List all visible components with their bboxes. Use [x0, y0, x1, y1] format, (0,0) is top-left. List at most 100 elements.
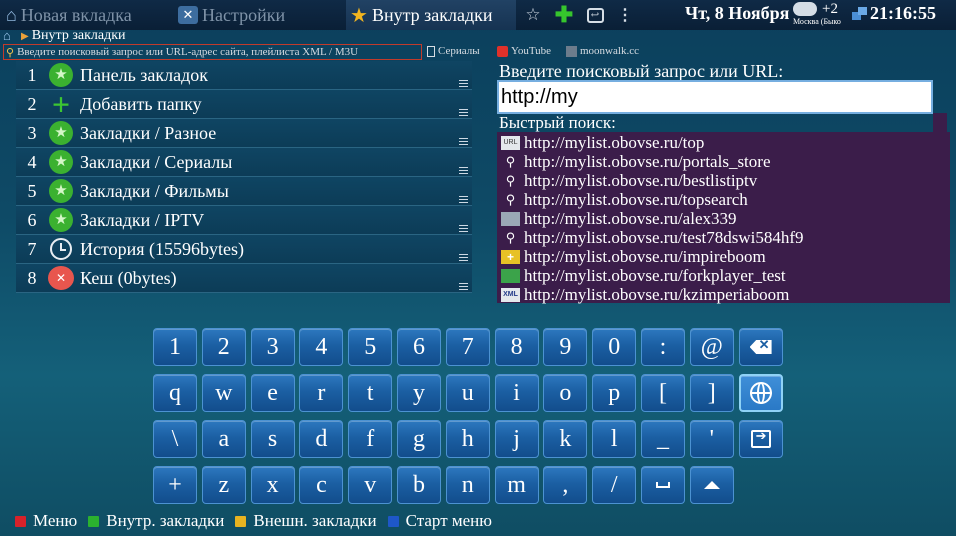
- key[interactable]: c: [299, 466, 344, 504]
- bookmark-item-movies[interactable]: 5 ★ Закладки / Фильмы: [16, 177, 472, 206]
- shift-key[interactable]: [689, 466, 734, 504]
- edit-icon[interactable]: [459, 167, 468, 174]
- quick-search-item[interactable]: http://mylist.obovse.ru/alex339: [497, 209, 950, 228]
- key[interactable]: :: [641, 328, 685, 366]
- key[interactable]: 3: [250, 328, 295, 366]
- key[interactable]: q: [153, 374, 197, 412]
- key[interactable]: 9: [543, 328, 588, 366]
- key[interactable]: n: [445, 466, 490, 504]
- key[interactable]: r: [299, 374, 344, 412]
- key[interactable]: 7: [445, 328, 490, 366]
- key[interactable]: /: [592, 466, 637, 504]
- key[interactable]: 8: [494, 328, 539, 366]
- key[interactable]: d: [299, 420, 344, 458]
- edit-icon[interactable]: [459, 109, 468, 116]
- quick-search-item[interactable]: ⚲ http://mylist.obovse.ru/test78dswi584h…: [497, 228, 950, 247]
- key[interactable]: ,: [543, 466, 588, 504]
- key[interactable]: [: [641, 374, 685, 412]
- tab-settings[interactable]: ✕ Настройки: [178, 0, 285, 30]
- tab-internal-bookmarks[interactable]: ★ Внутр закладки: [346, 0, 516, 30]
- key[interactable]: j: [494, 420, 539, 458]
- quick-search-item[interactable]: ⚲ http://mylist.obovse.ru/topsearch: [497, 190, 950, 209]
- key[interactable]: _: [641, 420, 685, 458]
- quick-link-moonwalk[interactable]: moonwalk.cc: [566, 45, 639, 57]
- tab-new-tab[interactable]: ⌂ Новая вкладка: [6, 0, 132, 30]
- edit-icon[interactable]: [459, 196, 468, 203]
- key[interactable]: t: [348, 374, 393, 412]
- star-icon: ★: [350, 4, 368, 27]
- quick-link-youtube[interactable]: YouTube: [497, 45, 551, 57]
- quick-search-item[interactable]: XML http://mylist.obovse.ru/kzimperiaboo…: [497, 285, 950, 304]
- item-label: Панель закладок: [80, 64, 209, 85]
- key[interactable]: o: [543, 374, 588, 412]
- enter-key[interactable]: [738, 420, 783, 458]
- key[interactable]: h: [445, 420, 490, 458]
- address-search-field[interactable]: ⚲ Введите поисковый запрос или URL-адрес…: [3, 44, 422, 60]
- url-search-input[interactable]: [497, 80, 933, 114]
- key[interactable]: \: [153, 420, 197, 458]
- more-menu-icon[interactable]: ⋮: [614, 4, 636, 26]
- quick-search-item[interactable]: ⚲ http://mylist.obovse.ru/portals_store: [497, 152, 950, 171]
- edit-icon[interactable]: [459, 283, 468, 290]
- key[interactable]: i: [494, 374, 539, 412]
- key[interactable]: k: [543, 420, 588, 458]
- bookmark-item-serials[interactable]: 4 ★ Закладки / Сериалы: [16, 148, 472, 177]
- key[interactable]: 1: [153, 328, 197, 366]
- key[interactable]: 2: [201, 328, 246, 366]
- key[interactable]: +: [153, 466, 197, 504]
- key[interactable]: z: [201, 466, 246, 504]
- quick-link-serials[interactable]: Сериалы: [427, 45, 480, 57]
- key[interactable]: 0: [592, 328, 637, 366]
- quick-search-item[interactable]: http://mylist.obovse.ru/forkplayer_test: [497, 266, 950, 285]
- key[interactable]: e: [250, 374, 295, 412]
- bookmark-item-panel[interactable]: 1 ★ Панель закладок: [16, 61, 472, 90]
- bookmark-item-cache[interactable]: 8 ✕ Кеш (0bytes): [16, 264, 472, 293]
- back-icon[interactable]: ↩: [584, 4, 606, 26]
- add-bookmark-star-icon[interactable]: ☆: [522, 4, 544, 26]
- space-key[interactable]: [641, 466, 685, 504]
- footer-start-menu[interactable]: Старт меню: [387, 511, 492, 531]
- key[interactable]: 6: [397, 328, 441, 366]
- home-icon[interactable]: ⌂: [3, 29, 17, 42]
- key[interactable]: y: [397, 374, 441, 412]
- footer-internal-bookmarks[interactable]: Внутр. закладки: [88, 511, 224, 531]
- key[interactable]: 4: [299, 328, 344, 366]
- bookmark-item-misc[interactable]: 3 ★ Закладки / Разное: [16, 119, 472, 148]
- key[interactable]: p: [592, 374, 637, 412]
- key[interactable]: a: [201, 420, 246, 458]
- bookmark-item-iptv[interactable]: 6 ★ Закладки / IPTV: [16, 206, 472, 235]
- key[interactable]: m: [494, 466, 539, 504]
- quick-search-item[interactable]: + http://mylist.obovse.ru/impireboom: [497, 247, 950, 266]
- backspace-key[interactable]: [738, 328, 783, 366]
- key[interactable]: u: [445, 374, 490, 412]
- key[interactable]: 5: [348, 328, 393, 366]
- quick-search-item[interactable]: ⚲ http://mylist.obovse.ru/bestlistiptv: [497, 171, 950, 190]
- key[interactable]: ': [689, 420, 734, 458]
- footer-menu[interactable]: Меню: [15, 511, 77, 531]
- language-key[interactable]: [738, 374, 783, 412]
- quick-search-item[interactable]: URL http://mylist.obovse.ru/top: [497, 133, 950, 152]
- key[interactable]: g: [397, 420, 441, 458]
- edit-icon[interactable]: [459, 225, 468, 232]
- key[interactable]: s: [250, 420, 295, 458]
- edit-icon[interactable]: [459, 254, 468, 261]
- key[interactable]: f: [348, 420, 393, 458]
- key[interactable]: v: [348, 466, 393, 504]
- footer-external-bookmarks[interactable]: Внешн. закладки: [235, 511, 377, 531]
- plus-icon: +: [501, 249, 520, 264]
- edit-icon[interactable]: [459, 80, 468, 87]
- key[interactable]: w: [201, 374, 246, 412]
- quick-search-item-text: http://mylist.obovse.ru/portals_store: [524, 151, 771, 171]
- edit-icon[interactable]: [459, 138, 468, 145]
- key[interactable]: x: [250, 466, 295, 504]
- key[interactable]: ]: [689, 374, 734, 412]
- add-icon[interactable]: ✚: [553, 2, 575, 27]
- quick-search-list: URL http://mylist.obovse.ru/top ⚲ http:/…: [497, 132, 950, 304]
- star-icon: ★: [48, 120, 74, 146]
- key[interactable]: l: [592, 420, 637, 458]
- weather-temperature: +2: [822, 1, 838, 17]
- key[interactable]: b: [397, 466, 441, 504]
- bookmark-item-history[interactable]: 7 История (15596bytes): [16, 235, 472, 264]
- bookmark-item-add-folder[interactable]: 2 + Добавить папку: [16, 88, 472, 120]
- key[interactable]: @: [689, 328, 734, 366]
